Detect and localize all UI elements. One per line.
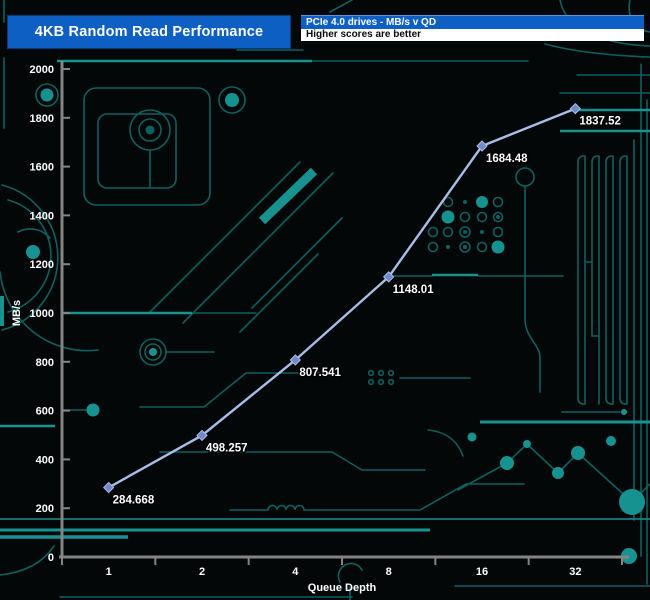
y-tick-label: 0	[48, 552, 54, 564]
chart-title-box: 4KB Random Read Performance	[7, 15, 291, 49]
y-tick-label: 1600	[30, 162, 54, 174]
data-point-label: 807.541	[299, 367, 341, 379]
data-point-label: 1148.01	[393, 284, 435, 296]
chart-subtitle-box: PCIe 4.0 drives - MB/s v QD	[301, 15, 644, 29]
y-tick-label: 600	[36, 406, 54, 418]
y-tick-label: 2000	[30, 64, 54, 76]
x-axis-title: Queue Depth	[308, 582, 377, 594]
x-tick-label: 1	[106, 566, 112, 578]
y-tick-label: 800	[36, 357, 54, 369]
y-tick-label: 1400	[30, 210, 54, 222]
y-tick-label: 1000	[30, 308, 54, 320]
data-point-marker	[570, 104, 580, 114]
data-point-marker	[104, 483, 114, 493]
y-tick-label: 1200	[30, 259, 54, 271]
x-tick-label: 32	[569, 566, 581, 578]
x-tick-label: 16	[476, 566, 488, 578]
data-point-label: 1684.48	[486, 153, 528, 165]
data-point-label: 284.668	[113, 495, 155, 507]
chart-title: 4KB Random Read Performance	[35, 24, 264, 40]
x-tick-label: 2	[199, 566, 205, 578]
header: 4KB Random Read Performance PCIe 4.0 dri…	[0, 0, 650, 52]
data-line	[109, 109, 576, 488]
data-point-label: 1837.52	[579, 116, 621, 128]
data-point-label: 498.257	[206, 442, 248, 454]
y-tick-label: 400	[36, 454, 54, 466]
x-tick-label: 4	[292, 566, 299, 578]
x-tick-label: 8	[386, 566, 392, 578]
benchmark-chart-screenshot: 0 200 400 600 800 1000 1200 1400 1600 1800 2000 1 2 4…	[0, 0, 650, 600]
y-tick-label: 1800	[30, 113, 54, 125]
y-axis-title: MB/s	[11, 300, 23, 326]
chart-note-box: Higher scores are better	[301, 29, 644, 41]
y-tick-label: 200	[36, 503, 54, 515]
line-chart: 0 200 400 600 800 1000 1200 1400 1600 1800 2000 1 2 4…	[0, 0, 650, 600]
